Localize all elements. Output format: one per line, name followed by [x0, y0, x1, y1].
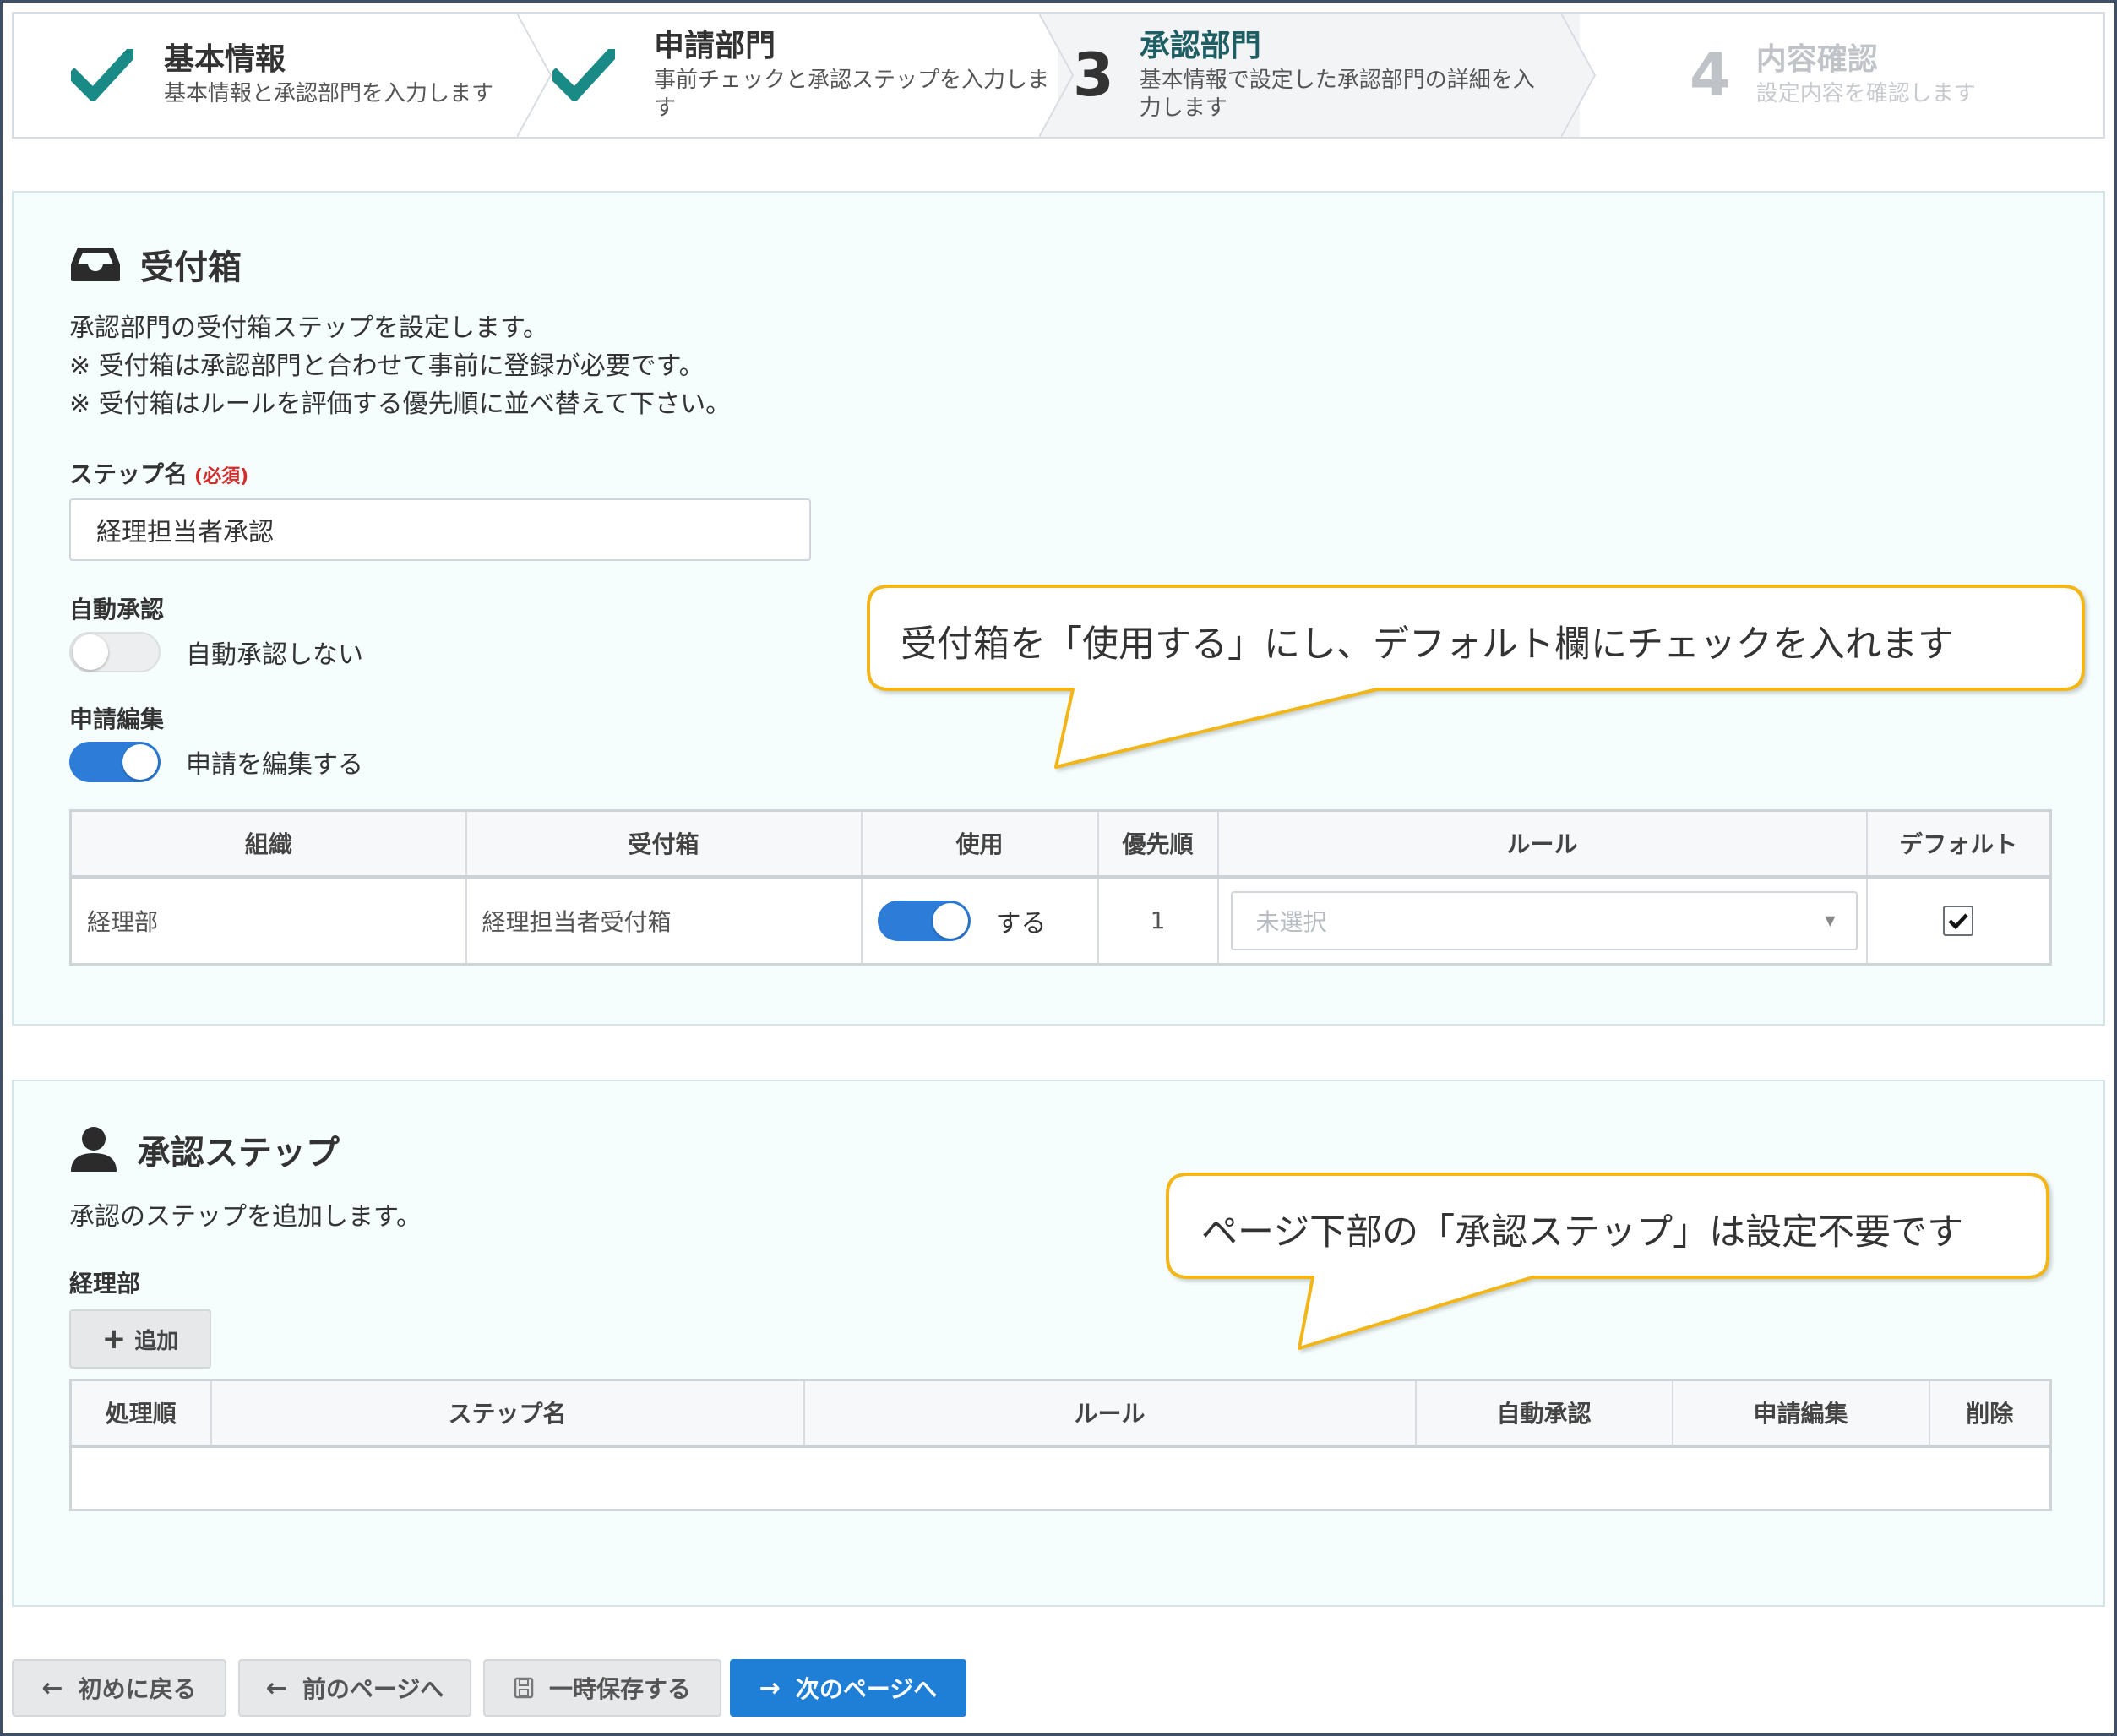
- application-edit-label: 申請編集: [69, 705, 165, 733]
- step-name-input[interactable]: [69, 498, 811, 561]
- use-cell: する: [860, 875, 1099, 966]
- step-separator: [1561, 14, 1597, 137]
- col-step-name: ステップ名: [210, 1379, 805, 1448]
- step-application-dept[interactable]: 申請部門 事前チェックと承認ステップを入力します: [536, 14, 1076, 137]
- user-icon: [71, 1127, 117, 1172]
- desc-line: ※ 受付箱は承認部門と合わせて事前に登録が必要です。: [69, 351, 705, 381]
- step-desc: 基本情報で設定した承認部門の詳細を入力します: [1139, 68, 1535, 121]
- col-rule: ルール: [803, 1379, 1417, 1448]
- step-number: 3: [1073, 41, 1114, 110]
- col-delete: 削除: [1928, 1379, 2052, 1448]
- back-to-start-button[interactable]: ← 初めに戻る: [12, 1659, 226, 1717]
- check-icon: [71, 49, 133, 101]
- toggle-knob: [122, 744, 158, 780]
- col-default: デフォルト: [1865, 809, 2052, 879]
- use-toggle[interactable]: [877, 900, 971, 941]
- col-inbox: 受付箱: [465, 809, 863, 879]
- step-desc: 設定内容を確認します: [1755, 81, 1976, 107]
- back-to-start-label: 初めに戻る: [78, 1675, 197, 1703]
- step-basic-info[interactable]: 基本情報 基本情報と承認部門を入力します: [14, 14, 552, 137]
- step-desc: 事前チェックと承認ステップを入力します: [654, 68, 1050, 121]
- callout-approval-text: ページ下部の「承認ステップ」は設定不要です: [1201, 1211, 1964, 1254]
- step-approval-dept[interactable]: 3 承認部門 基本情報で設定した承認部門の詳細を入力します: [1058, 14, 1597, 137]
- required-mark: (必須): [194, 466, 249, 487]
- save-draft-button[interactable]: 一時保存する: [483, 1659, 721, 1717]
- approval-description: 承認のステップを追加します。: [69, 1202, 422, 1232]
- inbox-section-header: 受付箱: [69, 240, 242, 289]
- table-header-row: 処理順 ステップ名 ルール 自動承認 申請編集 削除: [69, 1379, 2052, 1448]
- desc-line: 承認部門の受付箱ステップを設定します。: [69, 313, 548, 343]
- inbox-table: 組織 受付箱 使用 優先順 ルール デフォルト 経理部 経理担当者受付箱 する …: [69, 809, 2052, 966]
- step-separator: [1039, 14, 1076, 137]
- org-cell: 経理部: [69, 875, 467, 966]
- caret-down-icon: ▼: [1825, 912, 1836, 929]
- prev-page-label: 前のページへ: [302, 1675, 444, 1703]
- step-title: 内容確認: [1755, 42, 1878, 78]
- step-separator: [517, 14, 552, 137]
- step-confirm[interactable]: 4 内容確認 設定内容を確認します: [1580, 14, 2103, 137]
- next-page-button[interactable]: → 次のページへ: [730, 1659, 966, 1717]
- callout-inbox-text: 受付箱を「使用する」にし、デフォルト欄にチェックを入れます: [901, 623, 1954, 666]
- step-title: 申請部門: [654, 28, 776, 63]
- col-auto-approve: 自動承認: [1414, 1379, 1673, 1448]
- table-row: 経理部 経理担当者受付箱 する 1 未選択 ▼: [69, 875, 2052, 966]
- col-org: 組織: [69, 809, 467, 879]
- step-name-label-text: ステップ名: [69, 460, 188, 488]
- step-title: 承認部門: [1139, 28, 1261, 63]
- callout-bubble: [867, 585, 2085, 769]
- step-desc: 基本情報と承認部門を入力します: [164, 81, 494, 107]
- use-wrap: する: [877, 900, 1097, 941]
- empty-cell: [69, 1445, 2052, 1511]
- inbox-title: 受付箱: [140, 248, 242, 287]
- table-header-row: 組織 受付箱 使用 優先順 ルール デフォルト: [69, 809, 2052, 879]
- col-use: 使用: [860, 809, 1099, 879]
- auto-approve-row: 自動承認しない: [69, 632, 363, 672]
- auto-approve-label: 自動承認: [69, 596, 165, 623]
- add-step-button[interactable]: + 追加: [69, 1309, 211, 1369]
- application-edit-toggle[interactable]: [69, 742, 161, 782]
- auto-approve-toggle[interactable]: [69, 632, 161, 672]
- inbox-cell: 経理担当者受付箱: [465, 875, 863, 966]
- auto-approve-toggle-label: 自動承認しない: [186, 640, 363, 670]
- next-page-label: 次のページへ: [795, 1675, 938, 1703]
- plus-icon: +: [101, 1322, 127, 1356]
- rule-select[interactable]: 未選択 ▼: [1230, 890, 1858, 950]
- priority-cell: 1: [1097, 875, 1219, 966]
- application-edit-row: 申請を編集する: [69, 742, 363, 782]
- approval-section-header: 承認ステップ: [69, 1125, 340, 1174]
- step-number: 4: [1690, 41, 1731, 110]
- prev-page-button[interactable]: ← 前のページへ: [238, 1659, 471, 1717]
- step-name-label: ステップ名 (必須): [69, 456, 248, 490]
- rule-select-placeholder: 未選択: [1255, 907, 1327, 936]
- desc-line: ※ 受付箱はルールを評価する優先順に並べ替えて下さい。: [69, 389, 732, 419]
- save-draft-label: 一時保存する: [548, 1675, 691, 1703]
- checkmark-icon: [1948, 913, 1968, 929]
- empty-row: [69, 1445, 2052, 1511]
- col-application-edit: 申請編集: [1671, 1379, 1930, 1448]
- approval-steps-table: 処理順 ステップ名 ルール 自動承認 申請編集 削除: [69, 1379, 2052, 1511]
- toggle-knob: [73, 634, 108, 670]
- col-rule: ルール: [1216, 809, 1868, 879]
- col-priority: 優先順: [1097, 809, 1219, 879]
- department-label: 経理部: [69, 1270, 141, 1298]
- add-step-button-label: 追加: [134, 1328, 179, 1354]
- toggle-knob: [932, 902, 968, 939]
- wizard-stepper: 基本情報 基本情報と承認部門を入力します 申請部門 事前チェックと承認ステップを…: [12, 12, 2105, 139]
- application-edit-toggle-label: 申請を編集する: [186, 750, 363, 780]
- default-cell: [1865, 875, 2052, 966]
- arrow-left-icon: ←: [265, 1673, 287, 1703]
- save-icon: [514, 1677, 534, 1699]
- step-title: 基本情報: [164, 42, 286, 78]
- check-icon: [552, 49, 615, 101]
- arrow-left-icon: ←: [41, 1673, 63, 1703]
- inbox-icon: [71, 248, 120, 281]
- default-checkbox[interactable]: [1943, 905, 1974, 936]
- approval-title: 承認ステップ: [137, 1134, 340, 1173]
- rule-cell: 未選択 ▼: [1216, 875, 1868, 966]
- inbox-description: 承認部門の受付箱ステップを設定します。 ※ 受付箱は承認部門と合わせて事前に登録…: [69, 309, 731, 423]
- use-toggle-label: する: [995, 908, 1047, 939]
- callout-bubble: [1166, 1173, 2049, 1350]
- col-order: 処理順: [69, 1379, 212, 1448]
- arrow-right-icon: →: [759, 1673, 781, 1703]
